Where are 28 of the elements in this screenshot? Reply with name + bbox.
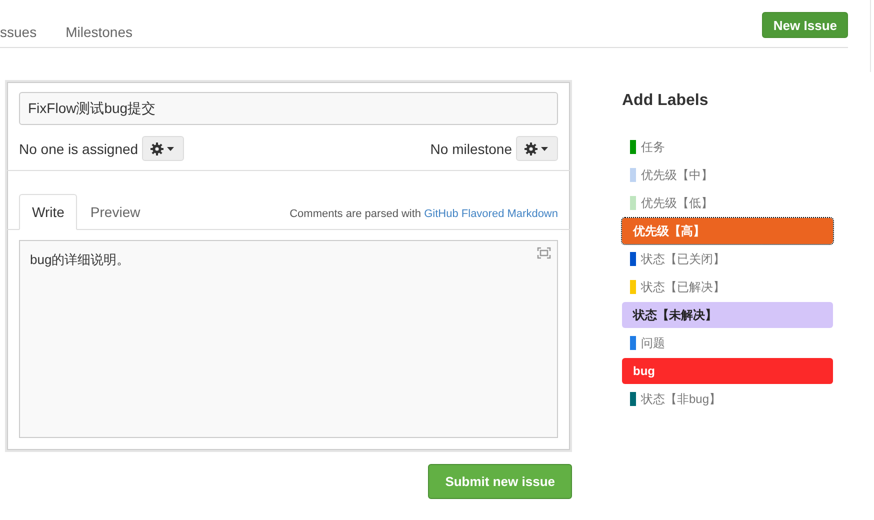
editor-tab[interactable]: Preview (77, 194, 154, 230)
label-item[interactable]: 任务 (641, 138, 665, 156)
fullscreen-icon[interactable] (537, 247, 551, 259)
title-field[interactable]: FixFlow测试bug提交 (19, 92, 558, 125)
label-item[interactable]: 问题 (641, 334, 665, 352)
assignee-text: No one is assigned (19, 140, 138, 156)
label-item[interactable]: 状态【已关闭】 (641, 250, 725, 268)
label-item[interactable]: 状态【非bug】 (641, 390, 722, 408)
label-item[interactable]: 优先级【低】 (641, 194, 713, 212)
label-item[interactable]: 优先级【中】 (641, 166, 713, 184)
gear-icon (150, 142, 176, 156)
submit-issue-button[interactable]: Submit new issue (428, 464, 572, 499)
label-item[interactable]: 优先级【高】 (622, 218, 833, 244)
label-item[interactable]: bug (622, 358, 833, 384)
milestone-text: No milestone (430, 140, 512, 156)
markdown-link[interactable]: GitHub Flavored Markdown (424, 208, 558, 220)
editor-tab[interactable]: Write (19, 194, 78, 230)
label-item[interactable]: 状态【未解决】 (622, 302, 833, 328)
nav-tab[interactable]: Milestones (66, 24, 132, 40)
nav-tab[interactable]: ssues (0, 24, 37, 40)
new-issue-button[interactable]: New Issue (762, 12, 848, 38)
gear-icon (524, 142, 550, 156)
label-item[interactable]: 状态【已解决】 (641, 278, 725, 296)
description-field[interactable]: bug的详细说明。 (19, 240, 558, 438)
labels-heading: Add Labels (622, 92, 710, 110)
markdown-hint: Comments are parsed with GitHub Flavored Markdown (290, 208, 558, 222)
assignee-menu-button[interactable] (142, 136, 184, 161)
milestone-menu-button[interactable] (516, 136, 558, 161)
